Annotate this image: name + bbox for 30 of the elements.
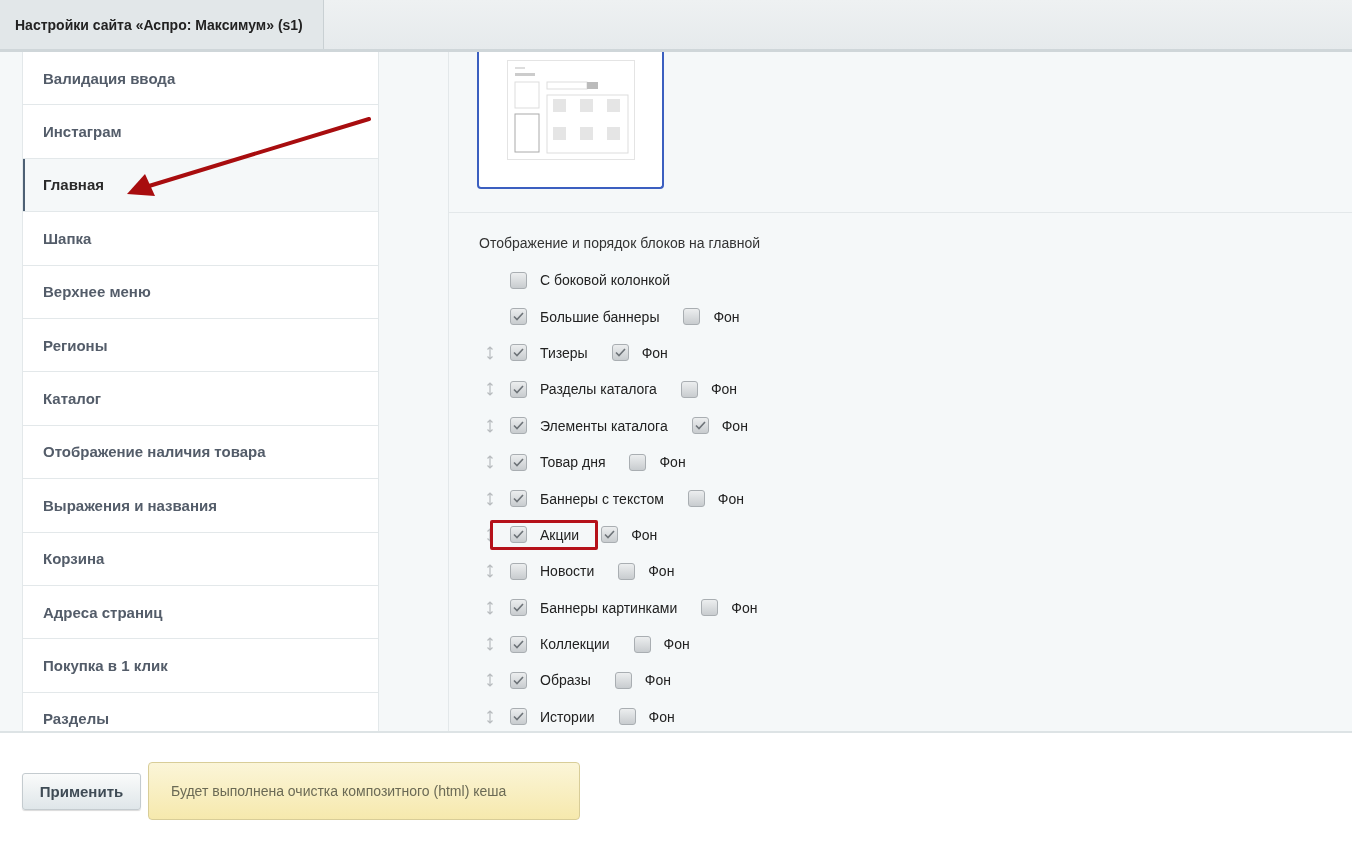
block-label: Товар дня — [540, 454, 606, 471]
block-label: С боковой колонкой — [540, 272, 671, 289]
block-label: Тизеры — [540, 344, 588, 361]
background-label: Фон — [648, 563, 675, 580]
background-label: Фон — [717, 490, 744, 507]
section-heading: Отображение и порядок блоков на главной — [479, 235, 761, 251]
block-label: Баннеры с текстом — [540, 490, 664, 507]
block-label: Образы — [540, 672, 591, 689]
sidebar-item[interactable]: Главная — [23, 158, 378, 213]
block-label: Элементы каталога — [540, 417, 668, 434]
background-label: Фон — [659, 454, 686, 471]
settings-tab[interactable]: Настройки сайта «Аспро: Максимум» (s1) — [0, 0, 324, 49]
background-label: Фон — [641, 344, 668, 361]
apply-button[interactable]: Применить — [22, 772, 141, 810]
block-label: Новости — [540, 563, 595, 580]
background-label: Фон — [644, 672, 671, 689]
background-label: Фон — [710, 381, 738, 398]
background-label: Фон — [731, 599, 758, 616]
block-label: Коллекции — [540, 636, 610, 653]
block-label: Баннеры картинками — [540, 599, 678, 616]
background-label: Фон — [721, 417, 748, 434]
background-label: Фон — [713, 308, 740, 325]
block-label: Истории — [540, 708, 595, 725]
block-label: Разделы каталога — [540, 381, 657, 398]
background-label: Фон — [663, 636, 690, 653]
background-label: Фон — [631, 526, 658, 543]
cache-notice: Будет выполнена очистка композитного (html) кеша — [148, 762, 580, 820]
background-label: Фон — [648, 708, 675, 725]
block-label: Большие баннеры — [540, 308, 660, 325]
block-label: Акции — [540, 526, 580, 543]
